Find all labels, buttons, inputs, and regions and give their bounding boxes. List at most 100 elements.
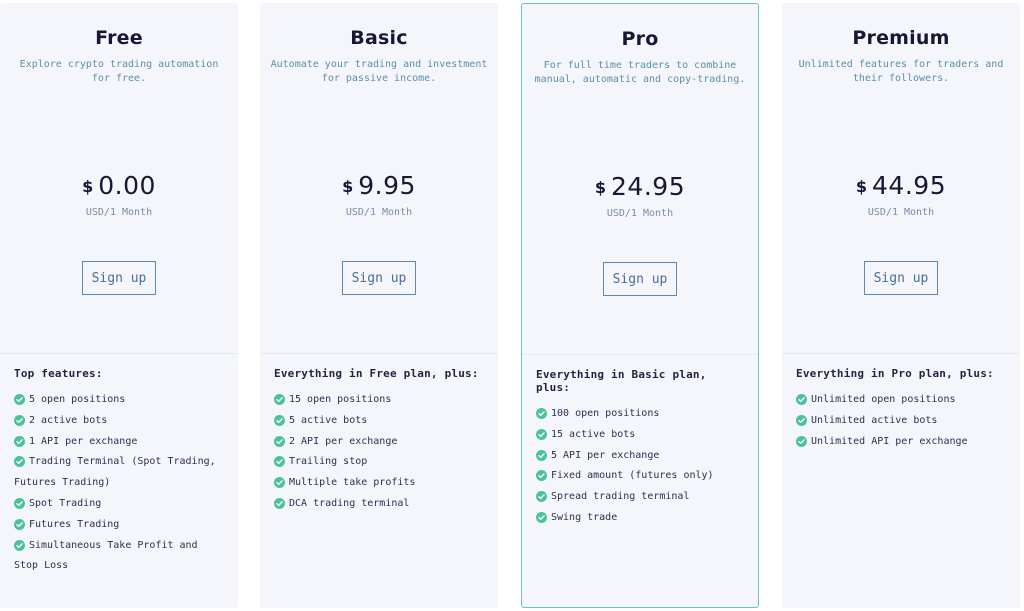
price-amount: 9.95	[358, 171, 416, 200]
check-circle-icon	[274, 456, 285, 468]
plan-card-free: Free Explore crypto trading automation f…	[0, 3, 238, 608]
features-title: Everything in Basic plan, plus:	[536, 368, 707, 394]
plan-header: Premium Unlimited features for traders a…	[782, 3, 1020, 354]
features-title: Top features:	[14, 367, 103, 380]
check-circle-icon	[14, 456, 25, 468]
feature-section: Everything in Free plan, plus: 15 open p…	[260, 354, 498, 515]
feature-text: 15 open positions	[289, 394, 392, 405]
check-circle-icon	[274, 414, 285, 426]
plan-price: $9.95	[260, 171, 498, 200]
feature-list: Unlimited open positions Unlimited active…	[796, 390, 1006, 452]
check-circle-icon	[274, 497, 285, 509]
feature-item: Simultaneous Take Profit and Stop Loss	[14, 536, 224, 578]
plan-name: Premium	[852, 27, 950, 49]
feature-item: 1 API per exchange	[14, 432, 224, 453]
feature-text: Unlimited active bots	[811, 414, 938, 426]
feature-item: Fixed amount (futures only)	[536, 466, 744, 487]
plan-header: Basic Automate your trading and investme…	[260, 3, 498, 354]
check-circle-icon	[536, 511, 547, 523]
currency-symbol: $	[342, 177, 354, 196]
check-circle-icon	[536, 470, 547, 482]
check-circle-icon	[14, 414, 25, 426]
plan-card-basic: Basic Automate your trading and investme…	[260, 3, 498, 608]
feature-text: Futures Trading	[29, 518, 120, 530]
plan-price: $0.00	[0, 171, 238, 200]
feature-item: 15 active bots	[536, 425, 744, 446]
feature-item: Spread trading terminal	[536, 487, 744, 508]
feature-text: Swing trade	[551, 511, 618, 523]
plan-description: Unlimited features for traders and their…	[798, 59, 1004, 84]
check-circle-icon	[274, 394, 285, 405]
feature-item: Trading Terminal (Spot Trading, Futures …	[14, 452, 224, 494]
feature-item: Trailing stop	[274, 452, 484, 473]
feature-item: 5 API per exchange	[536, 446, 744, 467]
feature-text: Multiple take profits	[289, 477, 416, 489]
feature-item: Swing trade	[536, 508, 744, 529]
check-circle-icon	[274, 477, 285, 489]
check-circle-icon	[14, 394, 25, 405]
feature-item: 2 active bots	[14, 411, 224, 432]
price-amount: 0.00	[98, 171, 156, 200]
feature-text: 15 active bots	[551, 428, 636, 440]
feature-text: Spread trading terminal	[551, 491, 690, 503]
feature-text: 5 API per exchange	[551, 449, 660, 461]
feature-item: 5 open positions	[14, 390, 224, 411]
check-circle-icon	[796, 394, 807, 405]
feature-item: Futures Trading	[14, 515, 224, 536]
feature-text: Unlimited open positions	[811, 394, 956, 405]
check-circle-icon	[536, 408, 547, 419]
check-circle-icon	[796, 435, 807, 447]
feature-section: Everything in Pro plan, plus: Unlimited …	[782, 354, 1020, 452]
feature-item: Unlimited API per exchange	[796, 432, 1006, 453]
billing-period: USD/1 Month	[345, 207, 413, 218]
feature-text: 100 open positions	[551, 408, 660, 419]
feature-item: Multiple take profits	[274, 473, 484, 494]
feature-text: 5 active bots	[289, 414, 368, 426]
check-circle-icon	[796, 414, 807, 426]
currency-symbol: $	[82, 177, 94, 196]
plan-card-pro: Pro For full time traders to combine man…	[521, 3, 759, 608]
feature-item: Unlimited open positions	[796, 390, 1006, 411]
feature-list: 5 open positions 2 active bots 1 API per e…	[14, 390, 224, 577]
feature-item: 15 open positions	[274, 390, 484, 411]
check-circle-icon	[536, 428, 547, 440]
currency-symbol: $	[594, 178, 607, 197]
feature-section: Top features: 5 open positions 2 active b…	[0, 354, 238, 577]
sign-up-button-basic[interactable]: Sign up	[342, 261, 416, 295]
feature-item: 100 open positions	[536, 404, 744, 425]
currency-symbol: $	[855, 177, 868, 196]
check-circle-icon	[536, 449, 547, 461]
sign-up-button-free[interactable]: Sign up	[82, 261, 156, 295]
feature-list: 100 open positions 15 active bots 5 API pe…	[536, 404, 744, 529]
feature-text: 2 API per exchange	[289, 435, 398, 447]
sign-up-button-pro[interactable]: Sign up	[603, 262, 677, 296]
check-circle-icon	[536, 491, 547, 503]
plan-description: For full time traders to combine manual,…	[534, 60, 746, 85]
feature-text: 1 API per exchange	[29, 435, 138, 447]
check-circle-icon	[14, 518, 25, 530]
plan-name: Pro	[621, 28, 659, 50]
feature-item: DCA trading terminal	[274, 494, 484, 515]
feature-section: Everything in Basic plan, plus: 100 open…	[522, 355, 758, 529]
feature-text: 5 open positions	[29, 394, 126, 405]
check-circle-icon	[14, 435, 25, 447]
sign-up-button-premium[interactable]: Sign up	[864, 261, 938, 295]
feature-text: Spot Trading	[29, 497, 102, 509]
feature-item: 5 active bots	[274, 411, 484, 432]
plan-name: Basic	[350, 27, 408, 49]
plan-name: Free	[95, 27, 143, 49]
features-title: Everything in Pro plan, plus:	[796, 367, 994, 380]
check-circle-icon	[274, 435, 285, 447]
check-circle-icon	[14, 539, 25, 551]
plan-price: $24.95	[522, 172, 758, 201]
price-amount: 24.95	[611, 172, 686, 201]
feature-text: Trailing stop	[289, 456, 368, 468]
price-amount: 44.95	[872, 171, 947, 200]
billing-period: USD/1 Month	[85, 207, 153, 218]
plan-price: $44.95	[782, 171, 1020, 200]
feature-list: 15 open positions 5 active bots 2 API per …	[274, 390, 484, 515]
billing-period: USD/1 Month	[867, 207, 935, 218]
feature-text: Trading Terminal (Spot Trading, Futures …	[14, 456, 216, 489]
check-circle-icon	[14, 497, 25, 509]
feature-text: 2 active bots	[29, 414, 108, 426]
